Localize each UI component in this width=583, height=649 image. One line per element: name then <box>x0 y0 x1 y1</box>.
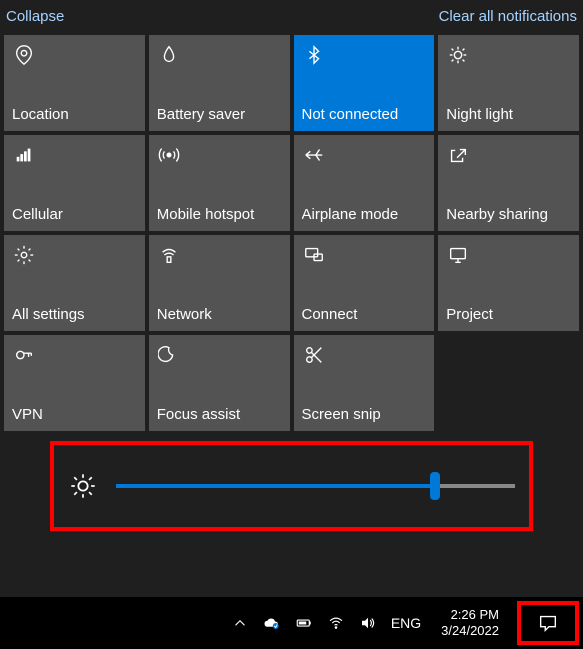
brightness-slider-row <box>50 441 533 531</box>
tile-label: VPN <box>12 406 137 423</box>
tile-label: All settings <box>12 306 137 323</box>
tile-label: Nearby sharing <box>446 206 571 223</box>
volume-icon[interactable] <box>359 614 377 632</box>
onedrive-icon[interactable] <box>263 614 281 632</box>
action-center-button[interactable] <box>517 601 579 645</box>
location-icon <box>12 43 36 67</box>
tile-label: Connect <box>302 306 427 323</box>
tile-label: Screen snip <box>302 406 427 423</box>
brightness-icon <box>68 471 98 501</box>
connect-icon <box>302 243 326 267</box>
tile-night-light[interactable]: Night light <box>438 35 579 131</box>
tile-project[interactable]: Project <box>438 235 579 331</box>
cellular-icon <box>12 143 36 167</box>
tile-screen-snip[interactable]: Screen snip <box>294 335 435 431</box>
night-light-icon <box>446 43 470 67</box>
collapse-link[interactable]: Collapse <box>6 8 64 25</box>
tile-label: Not connected <box>302 106 427 123</box>
focus-assist-icon <box>157 343 181 367</box>
tile-label: Cellular <box>12 206 137 223</box>
tile-vpn[interactable]: VPN <box>4 335 145 431</box>
tile-bluetooth[interactable]: Not connected <box>294 35 435 131</box>
tile-network[interactable]: Network <box>149 235 290 331</box>
brightness-slider[interactable] <box>116 484 515 488</box>
settings-icon <box>12 243 36 267</box>
tile-airplane-mode[interactable]: Airplane mode <box>294 135 435 231</box>
taskbar-clock[interactable]: 2:26 PM 3/24/2022 <box>435 607 505 638</box>
clock-time: 2:26 PM <box>441 607 499 623</box>
hotspot-icon <box>157 143 181 167</box>
tile-mobile-hotspot[interactable]: Mobile hotspot <box>149 135 290 231</box>
vpn-icon <box>12 343 36 367</box>
tile-label: Mobile hotspot <box>157 206 282 223</box>
action-center-header: Collapse Clear all notifications <box>0 0 583 35</box>
quick-actions-grid: Location Battery saver Not connected Night … <box>0 35 583 431</box>
screen-snip-icon <box>302 343 326 367</box>
tile-label: Focus assist <box>157 406 282 423</box>
language-indicator[interactable]: ENG <box>387 615 425 631</box>
tile-label: Airplane mode <box>302 206 427 223</box>
tile-label: Battery saver <box>157 106 282 123</box>
tile-connect[interactable]: Connect <box>294 235 435 331</box>
wifi-icon[interactable] <box>327 614 345 632</box>
taskbar: ENG 2:26 PM 3/24/2022 <box>0 597 583 649</box>
project-icon <box>446 243 470 267</box>
tray-overflow-icon[interactable] <box>231 614 249 632</box>
tile-label: Network <box>157 306 282 323</box>
system-tray <box>231 614 377 632</box>
tile-label: Night light <box>446 106 571 123</box>
tile-all-settings[interactable]: All settings <box>4 235 145 331</box>
tile-battery-saver[interactable]: Battery saver <box>149 35 290 131</box>
tile-nearby-sharing[interactable]: Nearby sharing <box>438 135 579 231</box>
clear-notifications-link[interactable]: Clear all notifications <box>439 8 577 25</box>
brightness-slider-thumb[interactable] <box>430 472 440 500</box>
battery-saver-icon <box>157 43 181 67</box>
tile-label: Project <box>446 306 571 323</box>
tile-label: Location <box>12 106 137 123</box>
bluetooth-icon <box>302 43 326 67</box>
network-icon <box>157 243 181 267</box>
battery-icon[interactable] <box>295 614 313 632</box>
action-center-panel: Collapse Clear all notifications Locatio… <box>0 0 583 597</box>
clock-date: 3/24/2022 <box>441 623 499 639</box>
tile-focus-assist[interactable]: Focus assist <box>149 335 290 431</box>
tile-cellular[interactable]: Cellular <box>4 135 145 231</box>
tile-location[interactable]: Location <box>4 35 145 131</box>
airplane-icon <box>302 143 326 167</box>
share-icon <box>446 143 470 167</box>
